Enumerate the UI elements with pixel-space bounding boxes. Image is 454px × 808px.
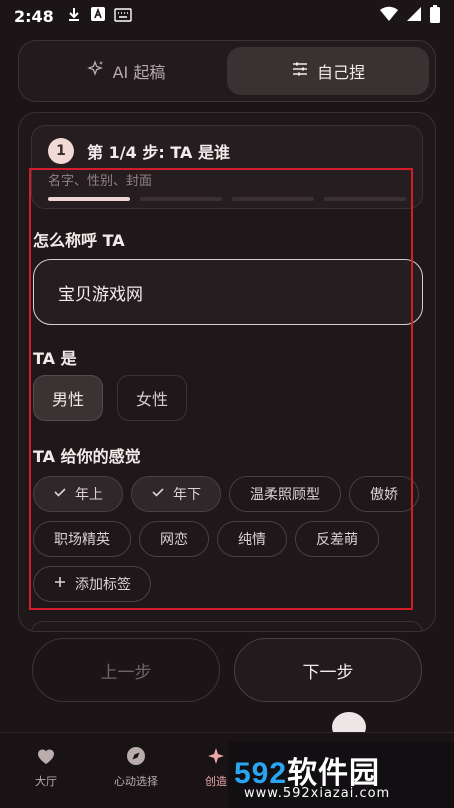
- download-icon: [66, 6, 82, 26]
- sliders-icon: [291, 60, 309, 82]
- battery-icon: [430, 5, 440, 27]
- tab-heart-choice-label: 心动选择: [114, 775, 158, 788]
- tab-manual[interactable]: 自己捏: [227, 47, 429, 95]
- tab-manual-label: 自己捏: [316, 63, 365, 82]
- signal-icon: [406, 6, 422, 26]
- status-bar: 2:48: [0, 0, 454, 32]
- app-a-icon: [90, 6, 106, 26]
- tab-ai-draft[interactable]: AI 起稿: [25, 47, 227, 95]
- wifi-icon: [380, 6, 398, 26]
- next-section-peek: [31, 621, 423, 631]
- status-time: 2:48: [14, 6, 54, 26]
- heart-icon: [35, 745, 57, 767]
- tab-create-label: 创造: [205, 775, 227, 788]
- step-title: 第 1/4 步: TA 是谁: [87, 143, 230, 162]
- mode-toggle: AI 起稿 自己捏: [18, 40, 436, 102]
- prev-step-button[interactable]: 上一步: [32, 638, 220, 702]
- sparkle-icon: [205, 745, 227, 767]
- step-number-badge: 1: [48, 138, 74, 164]
- tab-heart-choice[interactable]: 心动选择: [96, 741, 176, 789]
- compass-icon: [125, 745, 147, 767]
- next-step-button[interactable]: 下一步: [234, 638, 422, 702]
- tab-ai-draft-label: AI 起稿: [112, 63, 166, 82]
- tab-lobby[interactable]: 大厅: [6, 741, 86, 789]
- sparkle-icon: [86, 60, 105, 82]
- highlight-box: [29, 168, 413, 610]
- keyboard-icon: [114, 7, 132, 26]
- tab-lobby-label: 大厅: [35, 775, 57, 788]
- watermark-url: www.592xiazai.com: [244, 786, 391, 801]
